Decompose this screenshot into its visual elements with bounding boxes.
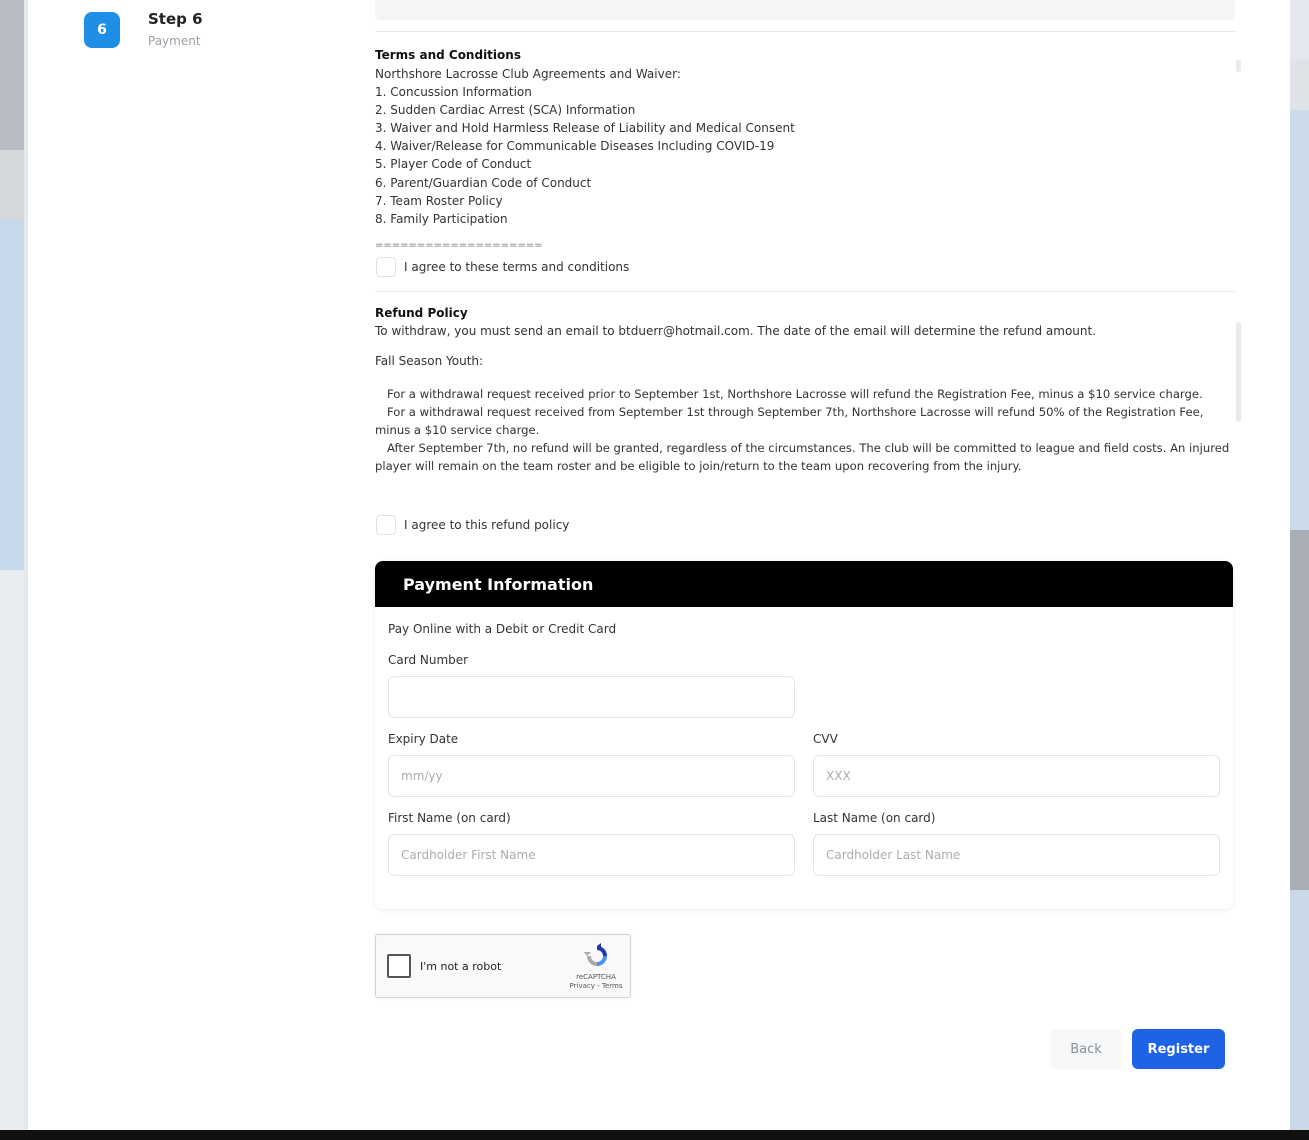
refund-paragraph: After September 7th, no refund will be g… (375, 441, 1230, 473)
terms-title: Terms and Conditions (375, 48, 521, 62)
recaptcha-widget: I'm not a robot reCAPTCHA Privacy - Term… (375, 934, 631, 998)
background-shape (0, 0, 24, 150)
recaptcha-checkbox[interactable] (387, 954, 411, 978)
payment-header: Payment Information (375, 561, 1233, 607)
terms-item: 6. Parent/Guardian Code of Conduct (375, 176, 592, 190)
background-shape (0, 220, 24, 570)
step-number-badge: 6 (84, 12, 120, 48)
terms-item: 1. Concussion Information (375, 85, 532, 99)
recaptcha-brand: reCAPTCHA (576, 973, 616, 981)
payment-subtitle: Pay Online with a Debit or Credit Card (388, 622, 617, 636)
back-button[interactable]: Back (1050, 1029, 1122, 1069)
refund-title: Refund Policy (375, 306, 468, 320)
terms-separator: ==================== (375, 240, 543, 251)
payment-panel: Payment Information Pay Online with a De… (375, 561, 1233, 909)
terms-item: 7. Team Roster Policy (375, 194, 503, 208)
terms-agree-row[interactable]: I agree to these terms and conditions (376, 257, 629, 277)
step-subtitle: Payment (148, 34, 201, 48)
card-number-label: Card Number (388, 653, 469, 667)
recaptcha-logo-icon (584, 943, 607, 966)
refund-intro: To withdraw, you must send an email to b… (375, 324, 1097, 338)
background-shape (0, 150, 24, 220)
recaptcha-label: I'm not a robot (420, 960, 502, 973)
terms-item: 3. Waiver and Hold Harmless Release of L… (375, 121, 795, 135)
terms-item: 8. Family Participation (375, 212, 508, 226)
background-shape (0, 570, 24, 1135)
first-name-label: First Name (on card) (388, 811, 511, 825)
register-button[interactable]: Register (1132, 1029, 1225, 1069)
refund-paragraph: For a withdrawal request received from S… (375, 405, 1204, 437)
refund-agree-label: I agree to this refund policy (404, 518, 570, 532)
terms-item: 5. Player Code of Conduct (375, 157, 532, 171)
expiry-date-input[interactable] (388, 755, 795, 797)
recaptcha-links[interactable]: Privacy - Terms (566, 982, 626, 991)
refund-paragraph: For a withdrawal request received prior … (387, 387, 1203, 401)
step-title: Step 6 (148, 10, 203, 28)
last-name-label: Last Name (on card) (813, 811, 936, 825)
terms-agree-label: I agree to these terms and conditions (404, 260, 630, 274)
refund-agree-row[interactable]: I agree to this refund policy (376, 515, 569, 535)
terms-scrollbar[interactable] (1236, 60, 1241, 72)
cvv-label: CVV (813, 732, 838, 746)
terms-item: 2. Sudden Cardiac Arrest (SCA) Informati… (375, 103, 636, 117)
terms-item: 4. Waiver/Release for Communicable Disea… (375, 139, 775, 153)
cvv-input[interactable] (813, 755, 1220, 797)
first-name-input[interactable] (388, 834, 795, 876)
bottom-bar (0, 1130, 1309, 1140)
recaptcha-brand-text: reCAPTCHA Privacy - Terms (566, 973, 626, 991)
refund-agree-checkbox[interactable] (376, 515, 396, 535)
last-name-input[interactable] (813, 834, 1220, 876)
expiry-date-label: Expiry Date (388, 732, 459, 746)
card-number-input[interactable] (388, 676, 795, 718)
previous-section-box (375, 0, 1235, 20)
section-divider (375, 31, 1235, 32)
section-divider (375, 291, 1235, 292)
refund-season: Fall Season Youth: (375, 354, 484, 368)
terms-intro: Northshore Lacrosse Club Agreements and … (375, 67, 681, 81)
terms-agree-checkbox[interactable] (376, 257, 396, 277)
refund-scrollbar[interactable] (1236, 322, 1241, 422)
